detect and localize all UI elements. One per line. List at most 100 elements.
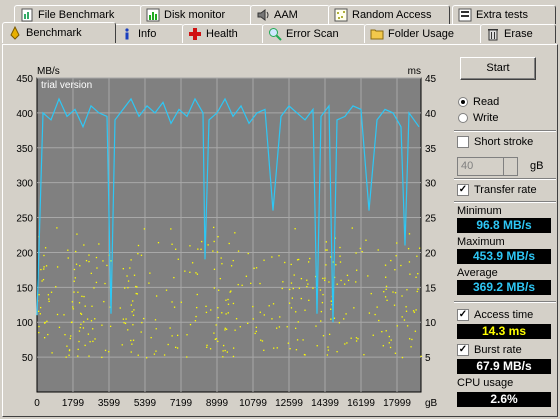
access-time-point — [189, 323, 192, 326]
access-time-point — [80, 313, 83, 315]
access-time-point — [78, 302, 81, 304]
access-time-point — [355, 252, 357, 254]
tab-benchmark[interactable]: Benchmark — [2, 22, 116, 43]
access-time-point — [303, 353, 306, 356]
stepper-arrows-icon[interactable] — [503, 158, 517, 175]
access-time-box[interactable]: ✓ — [457, 309, 469, 321]
access-time-point — [282, 281, 284, 283]
access-time-point — [388, 335, 390, 338]
tab-folder-usage[interactable]: Folder Usage — [364, 24, 482, 43]
tab-health[interactable]: Health — [182, 24, 264, 43]
access-time-point — [410, 346, 412, 348]
access-time-point — [278, 255, 280, 257]
y-tick-label-right: 15 — [425, 283, 437, 294]
access-time-point — [289, 348, 291, 350]
access-time-point — [38, 331, 40, 334]
access-time-point — [43, 268, 45, 270]
access-time-point — [306, 279, 308, 281]
tab-label: Random Access — [352, 9, 432, 21]
access-time-point — [392, 291, 394, 293]
access-time-point — [385, 285, 388, 288]
y-tick-label-left: 150 — [16, 283, 33, 294]
access-time-point — [77, 291, 79, 293]
access-time-point — [370, 292, 372, 295]
access-time-point — [72, 308, 74, 310]
access-time-point — [93, 287, 95, 289]
access-time-point — [408, 338, 411, 340]
tab-extra-tests[interactable]: Extra tests — [452, 5, 556, 24]
access-time-point — [103, 300, 105, 303]
access-time-point — [307, 261, 310, 263]
access-time-point — [189, 271, 191, 273]
access-time-point — [297, 321, 299, 323]
access-time-point — [298, 258, 300, 261]
access-time-point — [415, 309, 417, 311]
y-tick-label-right: 40 — [425, 109, 437, 120]
maximum-label: Maximum — [457, 236, 505, 248]
access-time-point — [170, 228, 172, 230]
access-time-point — [312, 287, 314, 289]
tab-error-scan[interactable]: Error Scan — [262, 24, 366, 43]
access-time-point — [234, 329, 236, 331]
access-time-point — [234, 232, 236, 234]
access-time-point — [296, 339, 299, 341]
access-time-point — [363, 354, 365, 356]
burst-rate-checkbox[interactable]: ✓ Burst rate — [457, 344, 522, 356]
access-time-point — [359, 247, 361, 250]
access-time-point — [372, 334, 374, 336]
tab-aam[interactable]: AAM — [250, 5, 330, 24]
access-time-point — [322, 277, 324, 280]
benchmark-icon — [8, 25, 22, 40]
write-radio[interactable]: Write — [458, 112, 498, 124]
cpu-usage-value: 2.6% — [457, 392, 551, 407]
tab-label: Disk monitor — [164, 9, 226, 21]
transfer-rate-checkbox[interactable]: ✓ Transfer rate — [457, 184, 537, 196]
access-time-point — [65, 356, 67, 358]
access-time-point — [84, 305, 86, 307]
access-time-point — [346, 342, 348, 344]
access-time-checkbox[interactable]: ✓ Access time — [457, 309, 533, 321]
short-stroke-checkbox[interactable]: Short stroke — [457, 136, 533, 148]
tab-erase[interactable]: Erase — [480, 24, 556, 43]
access-time-point — [94, 318, 96, 320]
access-time-point — [149, 272, 151, 274]
tab-info[interactable]: Info — [114, 24, 184, 43]
access-time-point — [206, 346, 208, 348]
access-time-point — [390, 259, 392, 262]
file-benchmark-icon — [20, 8, 34, 22]
write-radio-dot[interactable] — [458, 113, 468, 123]
access-time-point — [355, 281, 357, 283]
tab-disk-monitor[interactable]: Disk monitor — [140, 5, 252, 24]
access-time-point — [95, 256, 98, 259]
y-tick-label-left: 250 — [16, 214, 33, 225]
access-time-point — [129, 267, 131, 269]
minimum-value: 96.8 MB/s — [457, 218, 551, 233]
access-time-point — [125, 318, 127, 320]
tab-label: Erase — [504, 28, 533, 40]
access-time-point — [217, 316, 219, 319]
access-time-point — [145, 357, 148, 359]
short-stroke-stepper[interactable]: 40 — [457, 157, 518, 176]
access-time-point — [73, 268, 76, 271]
read-radio[interactable]: Read — [458, 96, 499, 108]
access-time-point — [276, 347, 278, 349]
start-button[interactable]: Start — [460, 57, 536, 80]
access-time-point — [38, 325, 40, 328]
access-time-point — [237, 283, 239, 286]
access-time-point — [66, 345, 68, 347]
transfer-rate-box[interactable]: ✓ — [457, 184, 469, 196]
access-time-point — [85, 259, 88, 262]
access-time-point — [132, 300, 134, 302]
read-radio-dot[interactable] — [458, 97, 468, 107]
access-time-point — [247, 252, 249, 255]
access-time-point — [131, 343, 133, 345]
access-time-point — [171, 301, 173, 303]
short-stroke-box[interactable] — [457, 136, 469, 148]
access-time-point — [268, 305, 270, 307]
access-time-point — [374, 313, 376, 316]
divider — [454, 130, 556, 132]
tab-label: Extra tests — [476, 9, 528, 21]
access-time-point — [224, 329, 226, 331]
tab-random-access[interactable]: Random Access — [328, 5, 450, 24]
burst-rate-box[interactable]: ✓ — [457, 344, 469, 356]
